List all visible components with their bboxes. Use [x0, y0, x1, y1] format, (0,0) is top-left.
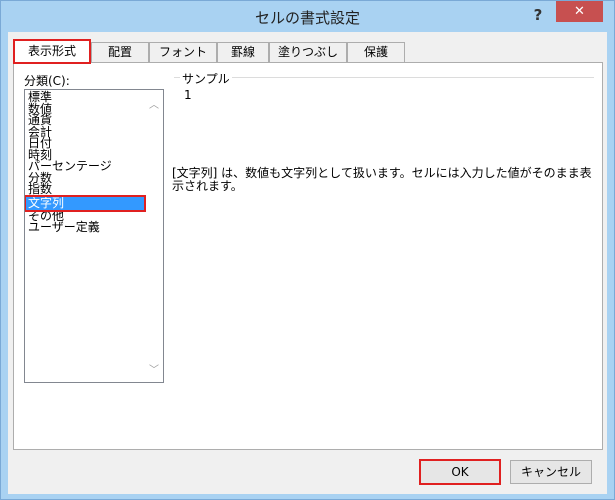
category-item-custom[interactable]: ユーザー定義 — [26, 221, 144, 234]
tab-fill[interactable]: 塗りつぶし — [269, 42, 347, 63]
cancel-button[interactable]: キャンセル — [510, 460, 592, 484]
category-item-text[interactable]: 文字列 — [25, 194, 146, 212]
sample-value: 1 — [184, 88, 192, 102]
tab-font[interactable]: フォント — [149, 42, 217, 63]
category-listbox[interactable]: 標準 数値 通貨 会計 日付 時刻 パーセンテージ 分数 指数 文字列 その他 … — [24, 89, 164, 383]
format-cells-dialog: セルの書式設定 ? ✕ 表示形式 配置 フォント 罫線 塗りつぶし 保護 分類(… — [0, 0, 615, 500]
tab-protection[interactable]: 保護 — [347, 42, 405, 63]
scroll-up-arrow-icon[interactable]: ︿ — [149, 96, 159, 111]
dialog-title: セルの書式設定 — [254, 9, 360, 27]
tab-border[interactable]: 罫線 — [217, 42, 269, 63]
scroll-down-arrow-icon[interactable]: ﹀ — [149, 361, 159, 376]
tab-panel-number: 分類(C): 標準 数値 通貨 会計 日付 時刻 パーセンテージ 分数 指数 文… — [13, 62, 603, 450]
sample-label: サンプル — [180, 70, 232, 87]
tab-alignment[interactable]: 配置 — [91, 42, 149, 63]
category-item-scientific[interactable]: 指数 — [26, 183, 144, 196]
help-button[interactable]: ? — [526, 4, 550, 26]
ok-button[interactable]: OK — [419, 459, 501, 485]
tab-number[interactable]: 表示形式 — [13, 39, 91, 64]
format-description: [文字列] は、数値も文字列として扱います。セルには入力した値がそのまま表示され… — [172, 166, 592, 193]
category-list: 標準 数値 通貨 会計 日付 時刻 パーセンテージ 分数 指数 文字列 その他 … — [25, 91, 146, 234]
close-icon: ✕ — [574, 4, 585, 19]
close-button[interactable]: ✕ — [556, 1, 603, 22]
category-scrollbar[interactable]: ︿ ﹀ — [146, 90, 163, 382]
category-label: 分類(C): — [24, 74, 70, 88]
dialog-body: 表示形式 配置 フォント 罫線 塗りつぶし 保護 分類(C): 標準 数値 通貨… — [8, 32, 607, 494]
title-bar[interactable]: セルの書式設定 ? ✕ — [1, 1, 614, 32]
sample-group: サンプル 1 — [174, 70, 594, 121]
